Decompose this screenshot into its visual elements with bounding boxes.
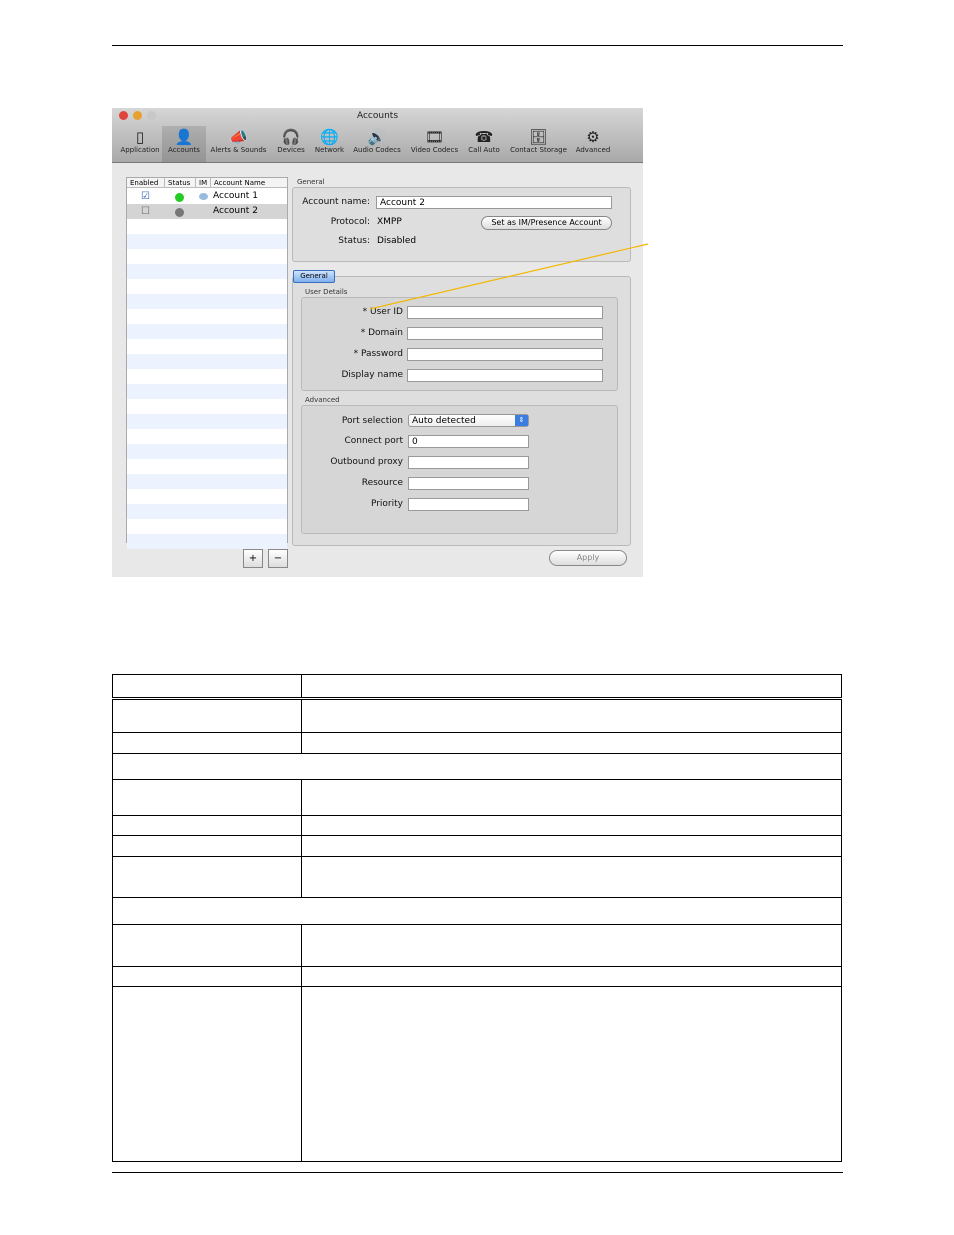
description-table <box>112 674 842 1162</box>
footer-rule <box>112 1172 843 1173</box>
advanced-field-label: Outbound proxy <box>330 457 403 467</box>
table-row <box>112 856 842 898</box>
remove-account-button[interactable]: − <box>268 549 288 568</box>
port-selection-label: Port selection <box>341 416 403 426</box>
table-section-row <box>112 897 842 925</box>
advanced-field-input[interactable] <box>408 498 529 511</box>
list-stripe <box>127 534 287 549</box>
apply-button[interactable]: Apply <box>549 550 627 566</box>
document-page: Accounts ▯ Application 👤 Accounts 📣 Alerts & … <box>0 0 954 1235</box>
list-stripe <box>127 444 287 459</box>
table-row <box>112 835 842 857</box>
table-header-row <box>112 674 842 699</box>
advanced-field-label: Priority <box>370 499 403 509</box>
table-row <box>112 966 842 987</box>
list-stripe <box>127 474 287 489</box>
callout-line <box>369 243 649 310</box>
table-row <box>112 924 842 967</box>
table-section-row <box>112 753 842 780</box>
add-account-button[interactable]: + <box>243 549 263 568</box>
port-selection-dropdown[interactable]: Auto detected ⇕ <box>408 414 529 427</box>
port-selection-value: Auto detected <box>412 416 476 426</box>
table-row <box>112 815 842 836</box>
advanced-box: Port selection Auto detected ⇕ Connect po… <box>301 405 618 534</box>
advanced-field-label: Connect port <box>344 436 403 446</box>
advanced-field-input[interactable] <box>408 456 529 469</box>
advanced-field-input[interactable]: 0 <box>408 435 529 448</box>
table-row <box>112 986 842 1162</box>
advanced-field-label: Resource <box>361 478 403 488</box>
list-stripe <box>127 504 287 519</box>
advanced-field-input[interactable] <box>408 477 529 490</box>
chevron-updown-icon: ⇕ <box>515 415 528 426</box>
table-row <box>112 779 842 816</box>
table-row <box>112 698 842 733</box>
table-row <box>112 732 842 754</box>
list-stripe <box>127 414 287 429</box>
